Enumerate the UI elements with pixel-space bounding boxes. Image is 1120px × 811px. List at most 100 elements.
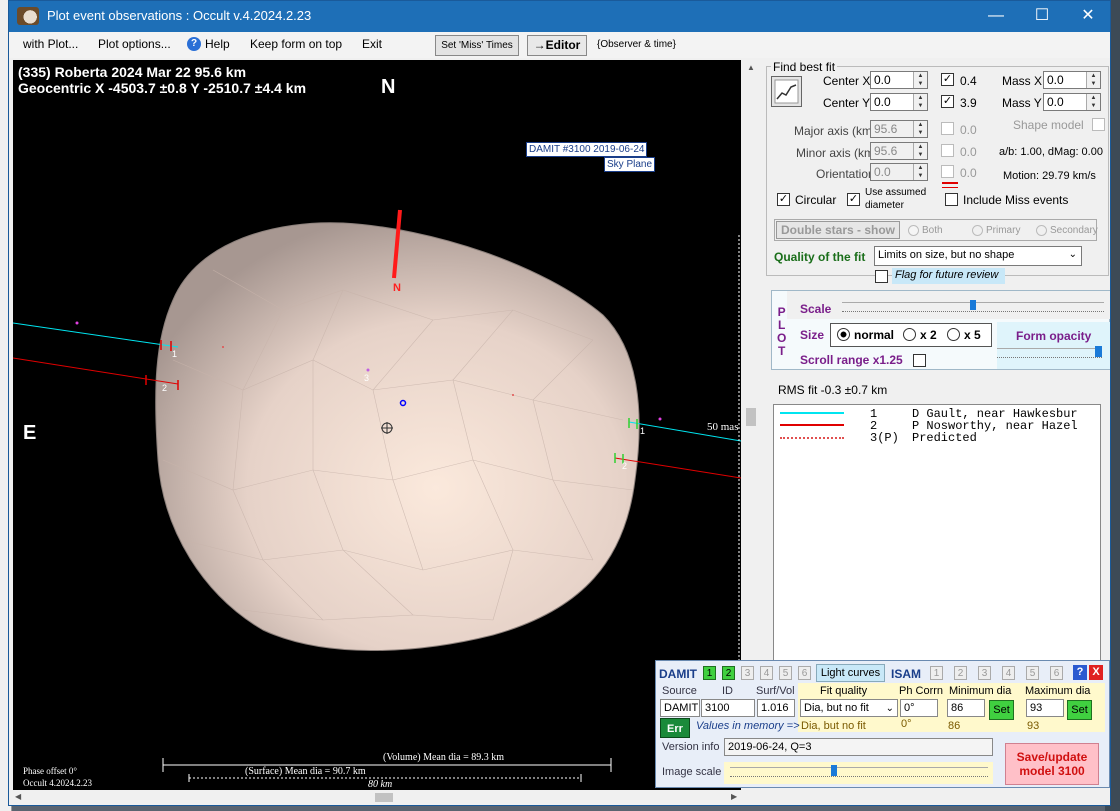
- isam-model-5[interactable]: 5: [1026, 666, 1039, 680]
- plot-window: Plot event observations : Occult v.4.202…: [8, 0, 1111, 806]
- find-fit-button[interactable]: [771, 76, 802, 107]
- scale-slider[interactable]: [842, 300, 1104, 312]
- shape-model-checkbox[interactable]: [1092, 118, 1105, 131]
- plot-canvas[interactable]: (335) Roberta 2024 Mar 22 95.6 km Geocen…: [13, 60, 741, 802]
- scale-slider-thumb[interactable]: [970, 300, 976, 310]
- spin-updown-icon[interactable]: ▲ ▼: [1086, 72, 1100, 88]
- rms-fit: RMS fit -0.3 ±0.7 km: [778, 383, 888, 397]
- source-field[interactable]: DAMIT: [660, 699, 700, 717]
- observer-legend-list[interactable]: 1D Gault, near Hawkesbur 2 P Nosworthy, ne…: [773, 404, 1101, 704]
- menu-plot-options[interactable]: Plot options...: [98, 37, 171, 51]
- plot-horizontal-scrollbar[interactable]: ◀ ▶: [9, 790, 760, 805]
- damit-close-button[interactable]: X: [1089, 665, 1103, 680]
- center-x-fit-checkbox[interactable]: ✓: [941, 73, 954, 86]
- scroll-left-icon[interactable]: ◀: [15, 792, 21, 801]
- min-dia-header: Minimum dia: [949, 685, 1012, 697]
- orientation-checkbox[interactable]: [941, 165, 954, 178]
- ph-corrn-field[interactable]: 0°: [900, 699, 938, 717]
- menu-with-plot[interactable]: with Plot...: [23, 37, 78, 51]
- mass-x-input[interactable]: 0.0 ▲ ▼: [1043, 71, 1101, 89]
- major-axis-checkbox[interactable]: [941, 122, 954, 135]
- chord-label-1-left: 1: [172, 349, 178, 359]
- min-dia-field[interactable]: 86: [947, 699, 985, 717]
- spin-updown-icon[interactable]: ▲ ▼: [913, 121, 927, 137]
- image-scale-slider[interactable]: [730, 765, 988, 777]
- damit-model-5[interactable]: 5: [779, 666, 792, 680]
- spin-updown-icon[interactable]: ▲ ▼: [913, 164, 927, 180]
- version-info-field[interactable]: 2019-06-24, Q=3: [724, 738, 993, 756]
- major-axis-uncertainty: 0.0: [960, 123, 977, 137]
- center-x-input[interactable]: 0.0 ▲ ▼: [870, 71, 928, 89]
- mass-y-input[interactable]: 0.0 ▲ ▼: [1043, 93, 1101, 111]
- menu-keep-on-top[interactable]: Keep form on top: [250, 37, 342, 51]
- image-scale-thumb[interactable]: [830, 765, 837, 776]
- damit-model-4[interactable]: 4: [760, 666, 773, 680]
- title-bar: Plot event observations : Occult v.4.202…: [9, 1, 1110, 32]
- spin-updown-icon[interactable]: ▲ ▼: [913, 143, 927, 159]
- menu-help[interactable]: Help: [205, 37, 230, 51]
- scroll-range-checkbox[interactable]: [913, 354, 926, 367]
- spin-updown-icon[interactable]: ▲ ▼: [913, 94, 927, 110]
- both-radio[interactable]: [908, 225, 919, 236]
- close-button[interactable]: ✕: [1065, 1, 1111, 32]
- surf-vol-field[interactable]: 1.016: [757, 699, 795, 717]
- damit-help-button[interactable]: ?: [1073, 665, 1087, 680]
- size-normal-radio[interactable]: [837, 328, 850, 341]
- center-y-fit-checkbox[interactable]: ✓: [941, 95, 954, 108]
- isam-model-3[interactable]: 3: [978, 666, 991, 680]
- major-axis-input[interactable]: 95.6 ▲ ▼: [870, 120, 928, 138]
- maximize-button[interactable]: ☐: [1019, 1, 1065, 32]
- observer-time-label[interactable]: {Observer & time}: [597, 39, 676, 50]
- quality-of-fit-select[interactable]: Limits on size, but no shape ⌄: [874, 246, 1082, 266]
- isam-model-4[interactable]: 4: [1002, 666, 1015, 680]
- center-y-input[interactable]: 0.0 ▲ ▼: [870, 93, 928, 111]
- minor-axis-input[interactable]: 95.6 ▲ ▼: [870, 142, 928, 160]
- include-miss-checkbox[interactable]: [945, 193, 958, 206]
- version-info-label: Version info: [662, 741, 720, 753]
- north-pole-label: N: [393, 282, 401, 294]
- h-scroll-thumb[interactable]: [375, 793, 393, 802]
- save-update-model-button[interactable]: Save/update model 3100: [1005, 743, 1099, 785]
- circular-checkbox[interactable]: ✓: [777, 193, 790, 206]
- damit-model-3[interactable]: 3: [741, 666, 754, 680]
- editor-button[interactable]: →Editor: [527, 35, 587, 56]
- opacity-slider-thumb[interactable]: [1095, 346, 1102, 357]
- menu-exit[interactable]: Exit: [362, 37, 382, 51]
- isam-model-2[interactable]: 2: [954, 666, 967, 680]
- orientation-input[interactable]: 0.0 ▲ ▼: [870, 163, 928, 181]
- surface-mean-dia: (Surface) Mean dia = 90.7 km: [245, 766, 366, 777]
- err-button[interactable]: Err: [660, 718, 690, 738]
- minor-axis-checkbox[interactable]: [941, 144, 954, 157]
- set-min-button[interactable]: Set: [989, 700, 1014, 720]
- minimize-button[interactable]: —: [973, 1, 1019, 32]
- spin-updown-icon[interactable]: ▲ ▼: [913, 72, 927, 88]
- size-x2-radio[interactable]: [903, 328, 916, 341]
- volume-mean-dia: (Volume) Mean dia = 89.3 km: [383, 752, 504, 763]
- flag-review-checkbox[interactable]: [875, 270, 888, 283]
- use-assumed-diameter-checkbox[interactable]: ✓: [847, 193, 860, 206]
- light-curves-button[interactable]: Light curves: [816, 664, 885, 682]
- isam-model-1[interactable]: 1: [930, 666, 943, 680]
- opacity-slider[interactable]: [997, 346, 1102, 358]
- scroll-up-icon[interactable]: ▲: [747, 63, 755, 72]
- double-stars-button[interactable]: Double stars - show: [776, 221, 901, 239]
- set-miss-times-button[interactable]: Set 'Miss' Times: [435, 35, 519, 56]
- scroll-right-icon[interactable]: ▶: [731, 792, 737, 801]
- size-x5-radio[interactable]: [947, 328, 960, 341]
- spin-updown-icon[interactable]: ▲ ▼: [1086, 94, 1100, 110]
- fit-quality-select[interactable]: Dia, but no fit ⌄: [800, 699, 898, 717]
- legend-line-swatch: [780, 412, 844, 414]
- damit-model-2[interactable]: 2: [722, 666, 735, 680]
- secondary-radio[interactable]: [1036, 225, 1047, 236]
- primary-radio[interactable]: [972, 225, 983, 236]
- scroll-thumb[interactable]: [746, 408, 756, 426]
- help-icon[interactable]: ?: [187, 37, 201, 51]
- id-field[interactable]: 3100: [701, 699, 755, 717]
- isam-model-6[interactable]: 6: [1050, 666, 1063, 680]
- image-scale-label: Image scale: [662, 766, 722, 778]
- set-max-button[interactable]: Set: [1067, 700, 1092, 720]
- ph-corrn-header: Ph Corrn: [899, 685, 944, 697]
- damit-model-1[interactable]: 1: [703, 666, 716, 680]
- damit-model-6[interactable]: 6: [798, 666, 811, 680]
- max-dia-field[interactable]: 93: [1026, 699, 1064, 717]
